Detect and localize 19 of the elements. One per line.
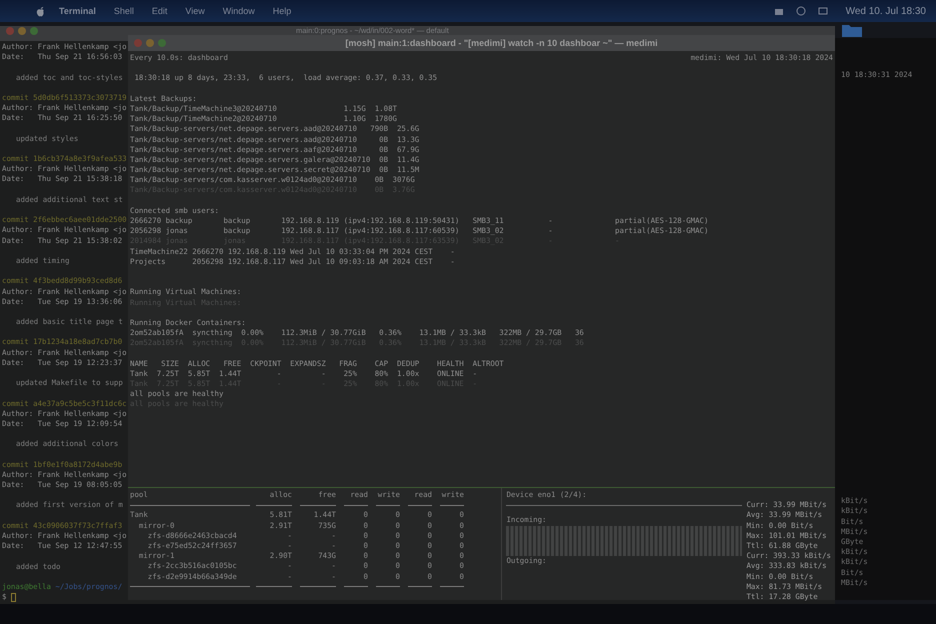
status-icon[interactable] — [796, 6, 806, 16]
zoom-button[interactable] — [158, 39, 166, 47]
status-icon[interactable] — [818, 6, 828, 16]
menu-item[interactable]: Terminal — [59, 6, 96, 16]
menu-clock[interactable]: Wed 10. Jul 18:30 — [846, 6, 926, 16]
minimize-button[interactable] — [146, 39, 154, 47]
status-icon[interactable] — [774, 6, 784, 16]
window-title: [mosh] main:1:dashboard - "[medimi] watch -n 10 dashboar ~" — medimi — [344, 38, 659, 48]
menu-item[interactable]: Edit — [152, 6, 168, 16]
menu-item[interactable]: Window — [222, 6, 255, 16]
apple-logo-icon[interactable] — [36, 6, 45, 16]
text-cursor — [10, 592, 16, 602]
menu-item[interactable]: Help — [272, 6, 292, 16]
zoom-button[interactable] — [30, 27, 38, 35]
menu-item[interactable]: View — [185, 6, 205, 16]
minimize-button[interactable] — [18, 27, 26, 35]
close-button[interactable] — [134, 39, 142, 47]
menu-item[interactable]: Shell — [114, 6, 134, 16]
close-button[interactable] — [6, 27, 14, 35]
